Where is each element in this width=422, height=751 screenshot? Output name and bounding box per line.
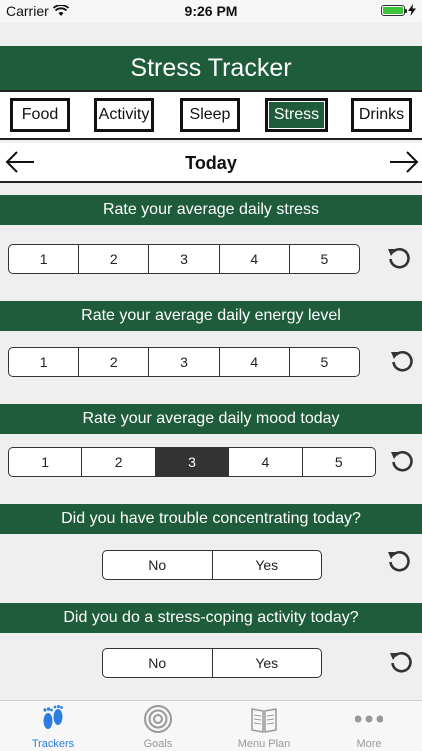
rating-option[interactable]: 4 [218,245,289,273]
tab-bar: Trackers Goals Menu Plan More [0,700,422,751]
category-sleep-button[interactable]: Sleep [180,98,240,132]
rating-option[interactable]: 4 [228,448,301,476]
more-dots-icon [355,715,383,723]
page-title: Stress Tracker [0,46,422,90]
footprints-icon [43,705,63,729]
stress-rating-control: 1 2 3 4 5 [8,244,360,274]
tab-more[interactable]: More [329,701,409,751]
rating-option[interactable]: 2 [81,448,154,476]
category-drinks-button[interactable]: Drinks [351,98,412,132]
reset-icon[interactable] [386,548,412,574]
question-coping-title: Did you do a stress-coping activity toda… [0,603,422,633]
tab-label: More [356,738,382,750]
rating-option[interactable]: 3 [148,348,218,376]
battery-icon [381,4,407,16]
coping-yes-no-control: No Yes [102,648,322,678]
rating-option[interactable]: 4 [218,348,289,376]
question-mood-title: Rate your average daily mood today [0,404,422,434]
day-navigation: Today [0,143,422,183]
rating-option[interactable]: 2 [78,348,148,376]
question-concentration-title: Did you have trouble concentrating today… [0,504,422,534]
yes-option[interactable]: Yes [211,649,322,677]
concentration-yes-no-control: No Yes [102,550,322,580]
question-stress-title: Rate your average daily stress [0,195,422,225]
rating-option[interactable]: 5 [301,448,375,476]
no-option[interactable]: No [103,649,212,677]
yes-option[interactable]: Yes [211,551,322,579]
question-energy-title: Rate your average daily energy level [0,301,422,331]
tab-label: Menu Plan [237,738,291,750]
category-stress-button[interactable]: Stress [265,98,328,132]
tab-goals[interactable]: Goals [118,701,198,751]
charging-bolt-icon [408,4,416,16]
category-activity-button[interactable]: Activity [94,98,154,132]
rating-option[interactable]: 2 [78,245,148,273]
reset-icon[interactable] [386,245,412,271]
reset-icon[interactable] [389,348,415,374]
tab-menu-plan[interactable]: Menu Plan [224,701,304,751]
energy-rating-control: 1 2 3 4 5 [8,347,360,377]
no-option[interactable]: No [103,551,212,579]
tab-label: Goals [143,738,173,750]
category-bar: Food Activity Sleep Stress Drinks [0,90,422,140]
mood-rating-control: 1 2 3 4 5 [8,447,376,477]
rating-option[interactable]: 5 [288,245,359,273]
tab-trackers[interactable]: Trackers [13,701,93,751]
reset-icon[interactable] [388,649,414,675]
rating-option[interactable]: 3 [148,245,218,273]
rating-option[interactable]: 5 [288,348,359,376]
tab-label: Trackers [31,738,75,750]
category-food-button[interactable]: Food [10,98,70,132]
reset-icon[interactable] [389,448,415,474]
status-bar: Carrier 9:26 PM [0,0,422,22]
rating-option-selected[interactable]: 3 [154,448,229,476]
book-icon [251,708,277,733]
rating-option[interactable]: 1 [9,448,81,476]
target-icon [144,705,172,733]
next-day-arrow-icon[interactable] [388,147,420,177]
day-label: Today [185,153,237,173]
rating-option[interactable]: 1 [9,245,78,273]
status-time: 9:26 PM [184,3,238,19]
rating-option[interactable]: 1 [9,348,78,376]
